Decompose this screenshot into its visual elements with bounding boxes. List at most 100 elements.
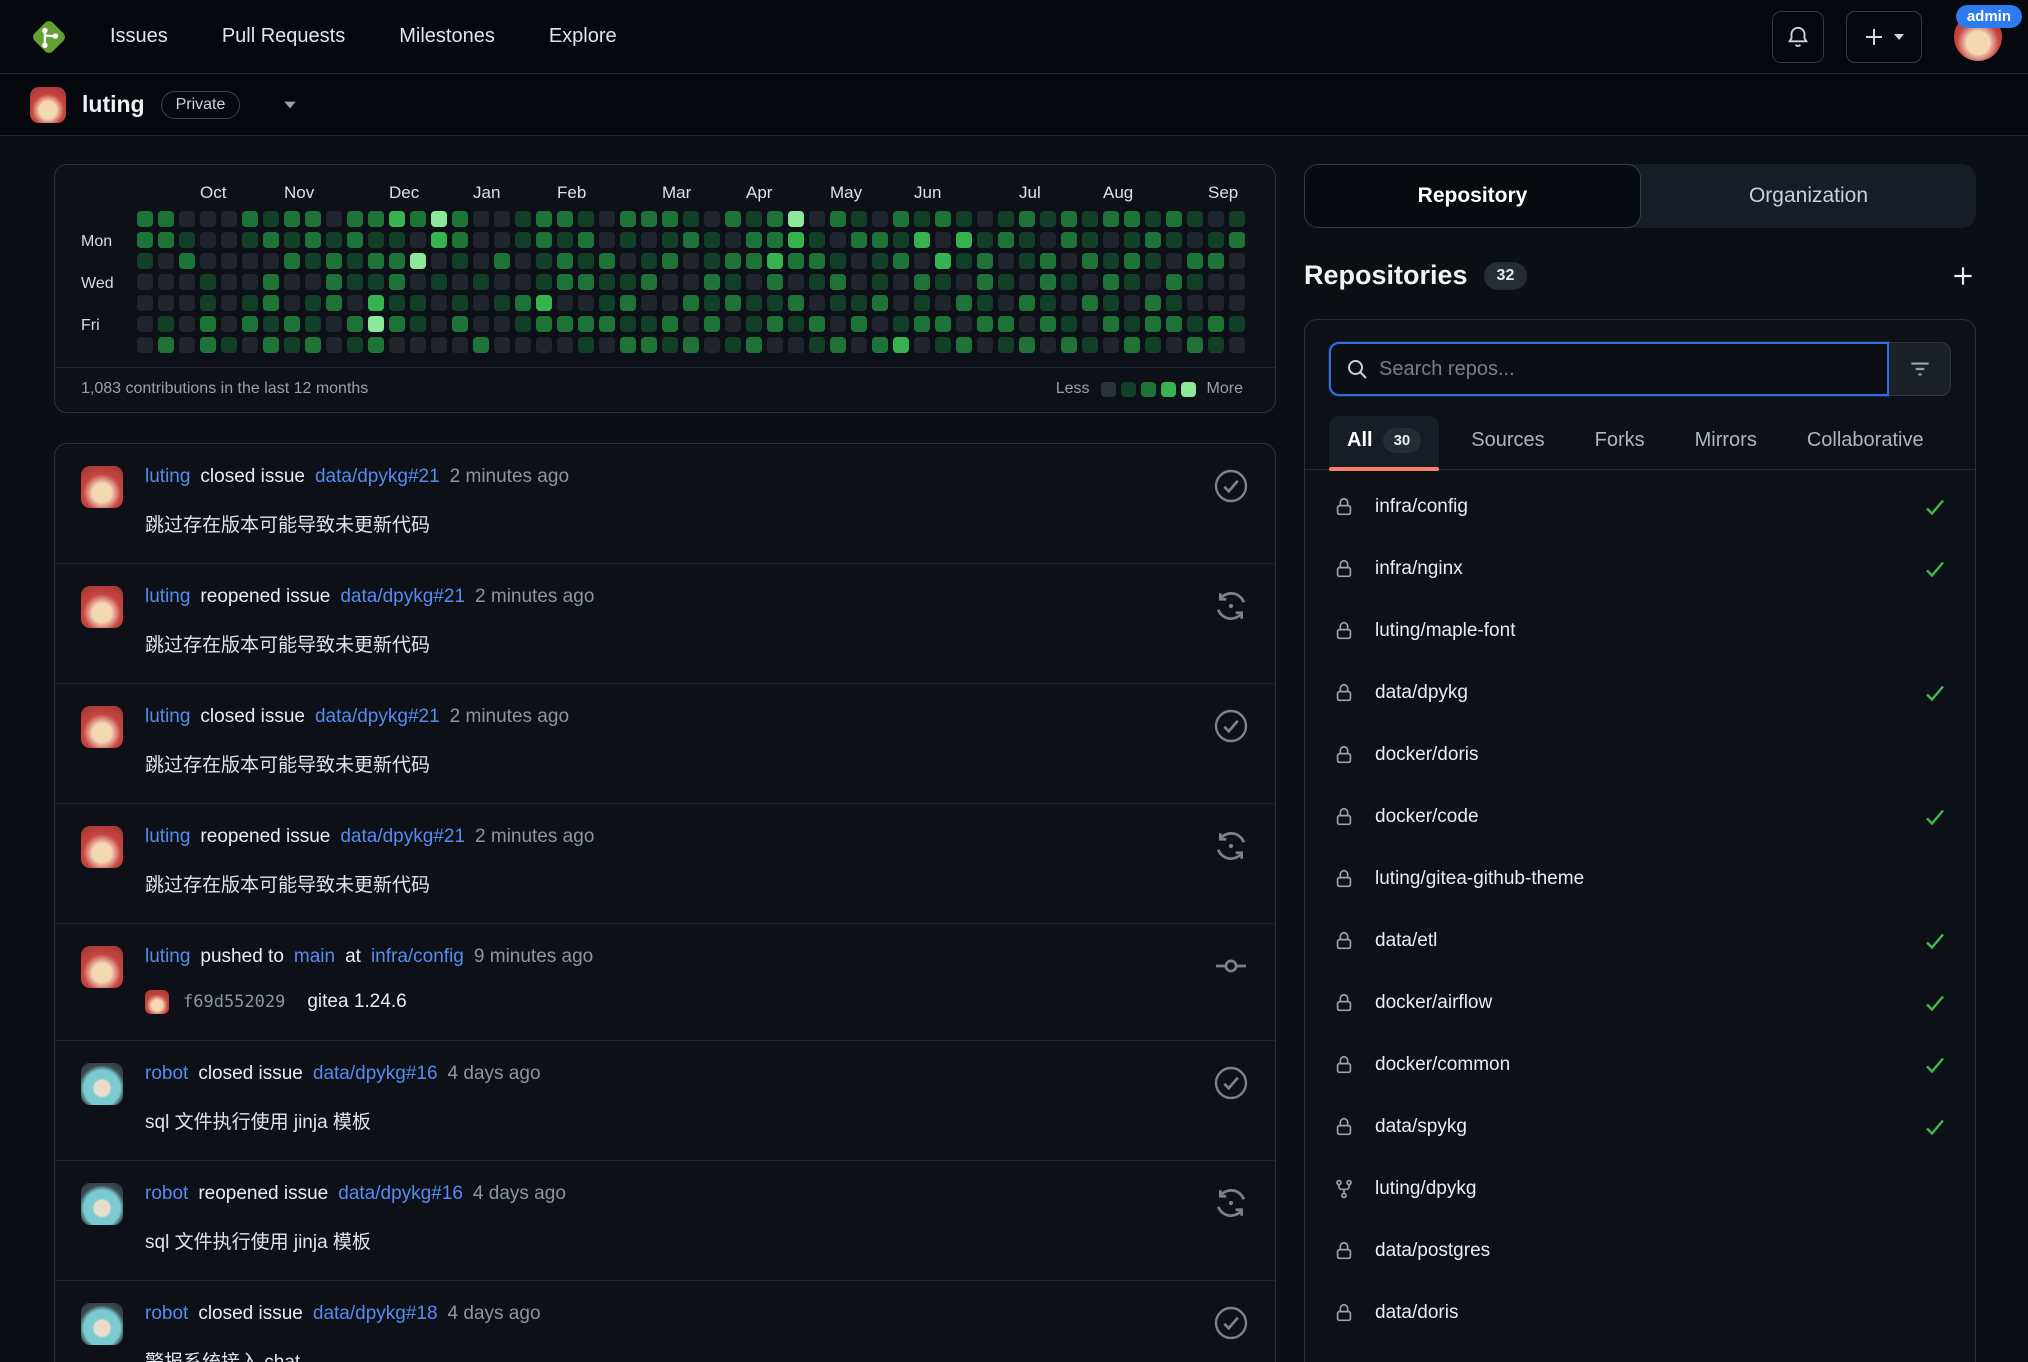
heatmap-cell[interactable] xyxy=(1019,211,1035,227)
heatmap-cell[interactable] xyxy=(599,211,615,227)
repo-name-link[interactable]: docker/doris xyxy=(1375,744,1479,766)
heatmap-cell[interactable] xyxy=(326,274,342,290)
heatmap-cell[interactable] xyxy=(1124,295,1140,311)
heatmap-cell[interactable] xyxy=(1145,274,1161,290)
heatmap-cell[interactable] xyxy=(683,295,699,311)
heatmap-cell[interactable] xyxy=(557,295,573,311)
heatmap-cell[interactable] xyxy=(1145,316,1161,332)
new-repository-button[interactable] xyxy=(1950,263,1976,289)
heatmap-cell[interactable] xyxy=(1124,232,1140,248)
heatmap-cell[interactable] xyxy=(1208,337,1224,353)
heatmap-cell[interactable] xyxy=(977,253,993,269)
repo-filter-tab-collaborative[interactable]: Collaborative xyxy=(1789,416,1942,469)
heatmap-cell[interactable] xyxy=(536,316,552,332)
heatmap-cell[interactable] xyxy=(1040,316,1056,332)
avatar[interactable] xyxy=(81,586,123,628)
heatmap-cell[interactable] xyxy=(956,253,972,269)
heatmap-cell[interactable] xyxy=(179,274,195,290)
heatmap-cell[interactable] xyxy=(620,211,636,227)
heatmap-cell[interactable] xyxy=(284,316,300,332)
heatmap-cell[interactable] xyxy=(263,337,279,353)
repo-name-link[interactable]: data/postgres xyxy=(1375,1240,1490,1262)
heatmap-cell[interactable] xyxy=(1040,295,1056,311)
actor-link[interactable]: luting xyxy=(145,706,190,728)
heatmap-cell[interactable] xyxy=(746,316,762,332)
heatmap-cell[interactable] xyxy=(494,295,510,311)
tab-organization[interactable]: Organization xyxy=(1641,164,1976,228)
heatmap-cell[interactable] xyxy=(683,232,699,248)
heatmap-cell[interactable] xyxy=(1229,337,1245,353)
heatmap-cell[interactable] xyxy=(1145,295,1161,311)
heatmap-cell[interactable] xyxy=(242,232,258,248)
heatmap-cell[interactable] xyxy=(767,232,783,248)
heatmap-cell[interactable] xyxy=(368,274,384,290)
heatmap-cell[interactable] xyxy=(473,295,489,311)
repo-link[interactable]: data/dpykg#18 xyxy=(313,1303,438,1325)
heatmap-cell[interactable] xyxy=(326,295,342,311)
heatmap-cell[interactable] xyxy=(473,232,489,248)
heatmap-cell[interactable] xyxy=(662,232,678,248)
heatmap-cell[interactable] xyxy=(410,295,426,311)
heatmap-cell[interactable] xyxy=(578,232,594,248)
heatmap-cell[interactable] xyxy=(137,316,153,332)
heatmap-cell[interactable] xyxy=(410,274,426,290)
heatmap-cell[interactable] xyxy=(179,253,195,269)
heatmap-cell[interactable] xyxy=(179,232,195,248)
heatmap-cell[interactable] xyxy=(557,337,573,353)
notifications-button[interactable] xyxy=(1772,10,1824,63)
heatmap-cell[interactable] xyxy=(809,316,825,332)
repo-name-link[interactable]: data/dpykg xyxy=(1375,682,1468,704)
heatmap-cell[interactable] xyxy=(515,274,531,290)
heatmap-cell[interactable] xyxy=(410,232,426,248)
heatmap-cell[interactable] xyxy=(893,316,909,332)
heatmap-cell[interactable] xyxy=(389,211,405,227)
heatmap-cell[interactable] xyxy=(452,274,468,290)
heatmap-cell[interactable] xyxy=(1166,295,1182,311)
heatmap-cell[interactable] xyxy=(830,253,846,269)
heatmap-cell[interactable] xyxy=(1145,232,1161,248)
heatmap-cell[interactable] xyxy=(830,295,846,311)
heatmap-cell[interactable] xyxy=(1019,274,1035,290)
heatmap-cell[interactable] xyxy=(536,253,552,269)
heatmap-cell[interactable] xyxy=(221,253,237,269)
heatmap-cell[interactable] xyxy=(620,337,636,353)
heatmap-cell[interactable] xyxy=(1208,232,1224,248)
heatmap-cell[interactable] xyxy=(1082,232,1098,248)
heatmap-cell[interactable] xyxy=(746,253,762,269)
heatmap-cell[interactable] xyxy=(137,337,153,353)
repo-name-link[interactable]: data/spykg xyxy=(1375,1116,1467,1138)
heatmap-cell[interactable] xyxy=(158,232,174,248)
heatmap-cell[interactable] xyxy=(1103,232,1119,248)
repo-filter-tab-all[interactable]: All 30 xyxy=(1329,416,1440,471)
heatmap-cell[interactable] xyxy=(263,295,279,311)
heatmap-cell[interactable] xyxy=(347,337,363,353)
heatmap-cell[interactable] xyxy=(242,295,258,311)
heatmap-cell[interactable] xyxy=(1103,274,1119,290)
heatmap-cell[interactable] xyxy=(998,316,1014,332)
actor-link[interactable]: robot xyxy=(145,1183,188,1205)
context-avatar[interactable] xyxy=(30,86,66,123)
issue-title-text[interactable]: sql 文件执行使用 jinja 模板 xyxy=(145,1227,1195,1254)
heatmap-cell[interactable] xyxy=(767,337,783,353)
heatmap-cell[interactable] xyxy=(263,316,279,332)
repo-name-link[interactable]: docker/common xyxy=(1375,1054,1510,1076)
heatmap-cell[interactable] xyxy=(515,253,531,269)
heatmap-cell[interactable] xyxy=(221,274,237,290)
heatmap-cell[interactable] xyxy=(998,211,1014,227)
commit-sha-link[interactable]: f69d552029 xyxy=(183,992,285,1012)
heatmap-cell[interactable] xyxy=(242,316,258,332)
actor-link[interactable]: luting xyxy=(145,826,190,848)
heatmap-cell[interactable] xyxy=(473,211,489,227)
heatmap-cell[interactable] xyxy=(620,232,636,248)
avatar[interactable] xyxy=(81,466,123,508)
heatmap-cell[interactable] xyxy=(158,211,174,227)
heatmap-cell[interactable] xyxy=(662,211,678,227)
heatmap-cell[interactable] xyxy=(452,232,468,248)
heatmap-cell[interactable] xyxy=(242,337,258,353)
heatmap-cell[interactable] xyxy=(830,211,846,227)
heatmap-cell[interactable] xyxy=(137,295,153,311)
heatmap-cell[interactable] xyxy=(494,316,510,332)
actor-link[interactable]: robot xyxy=(145,1303,188,1325)
heatmap-cell[interactable] xyxy=(494,253,510,269)
heatmap-cell[interactable] xyxy=(242,253,258,269)
